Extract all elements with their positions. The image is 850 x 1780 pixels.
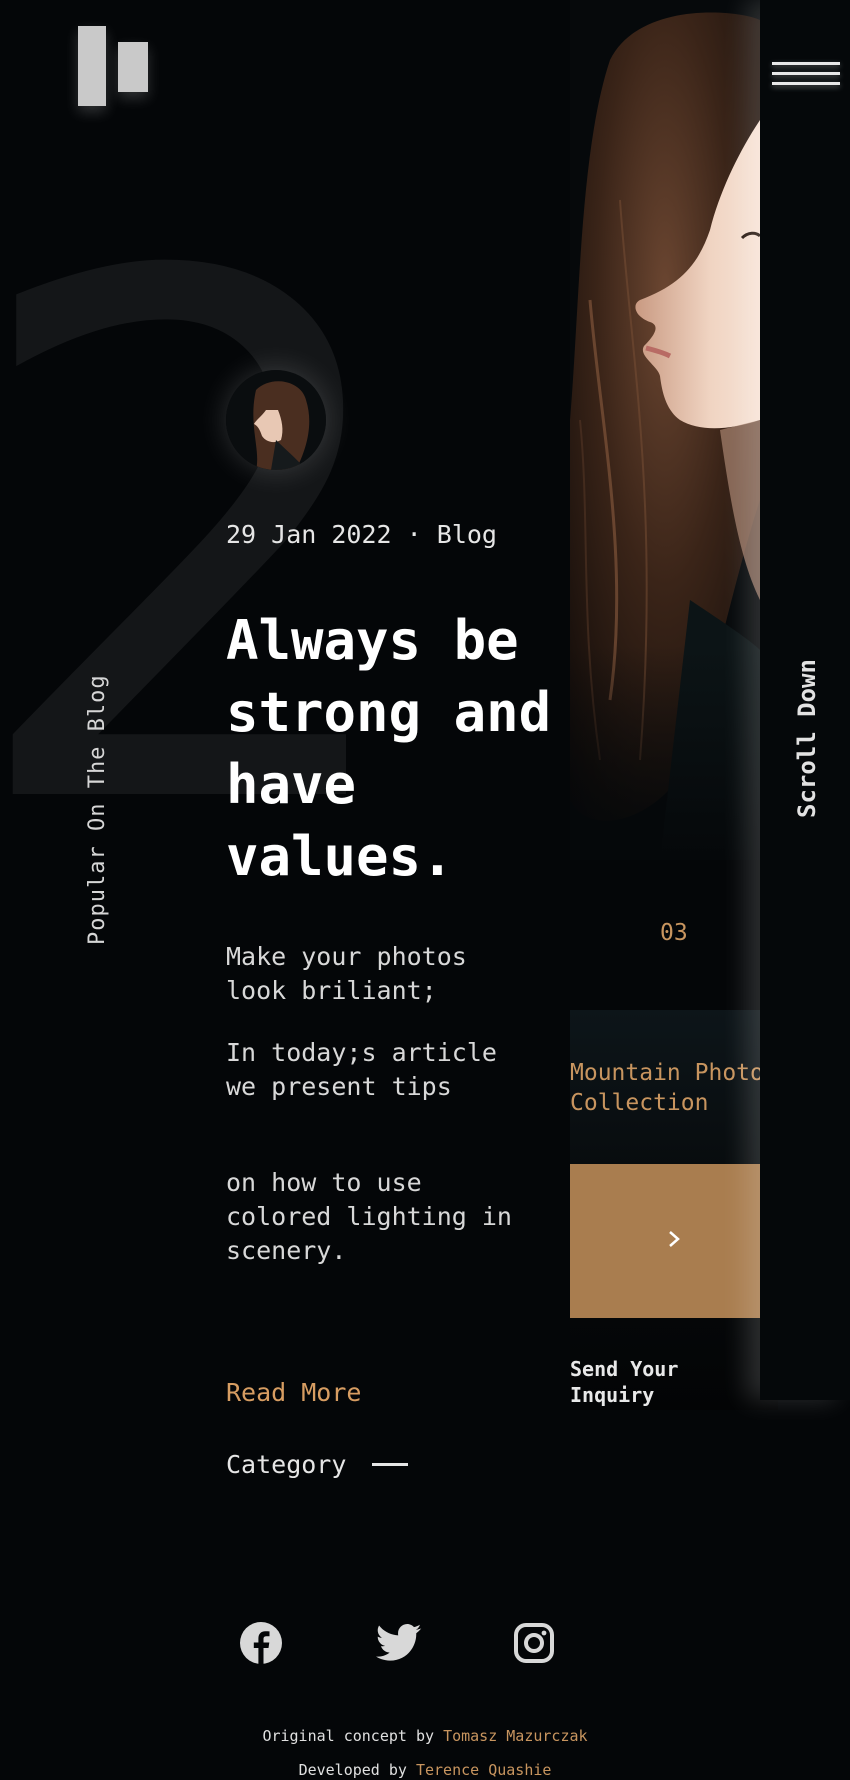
footer-concept-prefix: Original concept by xyxy=(262,1727,435,1745)
article-category-tag[interactable]: Blog xyxy=(437,520,497,549)
hero-photo xyxy=(570,0,760,860)
concept-author-link[interactable]: Tomasz Mazurczak xyxy=(443,1727,588,1745)
article-date: 29 Jan 2022 xyxy=(226,520,392,549)
category-link[interactable]: Category xyxy=(226,1450,409,1479)
footer-developer: Developed by Terence Quashie xyxy=(0,1761,850,1779)
category-label: Category xyxy=(226,1450,347,1479)
author-avatar[interactable] xyxy=(226,370,326,470)
dash-icon xyxy=(372,1463,409,1466)
logo[interactable] xyxy=(70,20,160,115)
slide-number: 03 xyxy=(660,920,688,946)
popular-on-blog-label: Popular On The Blog xyxy=(85,674,110,945)
hamburger-menu-icon[interactable] xyxy=(772,62,840,88)
developer-author-link[interactable]: Terence Quashie xyxy=(416,1761,551,1779)
read-more-link[interactable]: Read More xyxy=(226,1378,361,1407)
scroll-down-label[interactable]: Scroll Down xyxy=(793,659,821,818)
send-inquiry-link[interactable]: Send Your Inquiry xyxy=(570,1356,770,1408)
meta-separator: · xyxy=(406,520,422,549)
chevron-right-icon xyxy=(667,1230,681,1252)
slider-card-title[interactable]: Mountain Photo Collection xyxy=(570,1058,780,1118)
facebook-icon[interactable] xyxy=(239,1621,283,1665)
footer-concept: Original concept by Tomasz Mazurczak xyxy=(0,1727,850,1745)
slider-next-button[interactable] xyxy=(570,1164,778,1318)
instagram-icon[interactable] xyxy=(512,1621,556,1665)
article-excerpt-1: Make your photos look briliant; xyxy=(226,942,467,1005)
footer-developer-prefix: Developed by xyxy=(298,1761,407,1779)
twitter-icon[interactable] xyxy=(375,1621,422,1665)
article-headline: Always be strong and have values. xyxy=(226,609,552,888)
article-meta: 29 Jan 2022 · Blog xyxy=(226,520,497,549)
article-excerpt-2: In today;s article we present tips xyxy=(226,1038,497,1101)
article-excerpt-3: on how to use colored lighting in scener… xyxy=(226,1168,512,1265)
